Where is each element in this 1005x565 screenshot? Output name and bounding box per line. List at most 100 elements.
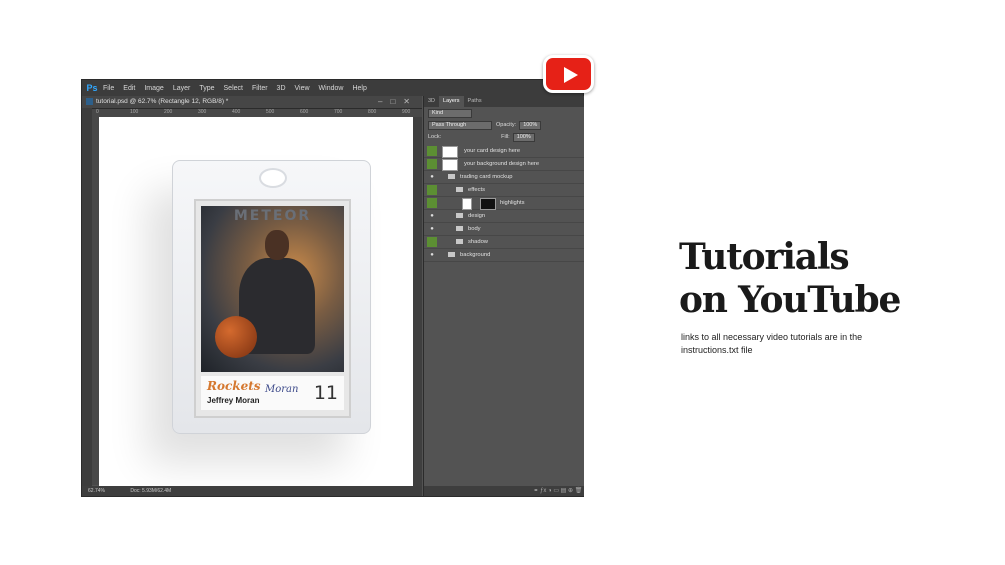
promo-headline: Tutorials on YouTube bbox=[679, 236, 999, 322]
menu-file[interactable]: File bbox=[103, 85, 114, 92]
ruler-mark: 100 bbox=[130, 109, 139, 115]
menu-view[interactable]: View bbox=[295, 85, 310, 92]
layer-list: your card design here your background de… bbox=[424, 145, 584, 262]
kind-filter[interactable]: Kind bbox=[428, 108, 472, 118]
ruler-mark: 400 bbox=[232, 109, 241, 115]
eye-icon[interactable]: ● bbox=[427, 211, 437, 221]
layer-name: effects bbox=[468, 187, 485, 193]
layer-row[interactable]: your background design here bbox=[424, 158, 584, 171]
document-canvas[interactable]: METEOR Rockets Jeffrey Moran Moran 11 bbox=[99, 117, 413, 487]
layer-name: body bbox=[468, 226, 481, 232]
visibility-toggle[interactable] bbox=[427, 198, 437, 208]
opacity-input[interactable]: 100% bbox=[519, 120, 542, 130]
card-nameplate: Rockets Jeffrey Moran Moran 11 bbox=[201, 376, 344, 410]
card-photo: METEOR bbox=[201, 206, 344, 372]
play-icon bbox=[564, 67, 578, 83]
opacity-label: Opacity: bbox=[496, 122, 517, 128]
case-hole bbox=[259, 168, 287, 188]
menu-image[interactable]: Image bbox=[144, 85, 163, 92]
ruler-mark: 700 bbox=[334, 109, 343, 115]
layers-panel-footer[interactable]: ⚭ ƒx ◑ ▭ ▤ ⊕ 🗑 bbox=[424, 486, 584, 496]
layer-row[interactable]: ● background bbox=[424, 249, 584, 262]
canvas-scrollbar[interactable] bbox=[413, 117, 422, 487]
blend-mode-select[interactable]: Pass Through bbox=[428, 120, 492, 130]
menu-edit[interactable]: Edit bbox=[123, 85, 135, 92]
ruler-mark: 500 bbox=[266, 109, 275, 115]
visibility-toggle[interactable] bbox=[427, 237, 437, 247]
menu-window[interactable]: Window bbox=[319, 85, 344, 92]
visibility-toggle[interactable] bbox=[427, 185, 437, 195]
folder-icon bbox=[456, 187, 463, 192]
blend-row: Pass Through Opacity: 100% bbox=[424, 119, 584, 131]
layer-name: background bbox=[460, 252, 491, 258]
panel-tabs: 3D Layers Paths bbox=[424, 96, 584, 107]
layer-row[interactable]: ● trading card mockup bbox=[424, 171, 584, 184]
folder-icon bbox=[456, 213, 463, 218]
folder-icon bbox=[456, 226, 463, 231]
player-signature: Moran bbox=[265, 384, 299, 395]
layer-name: shadow bbox=[468, 239, 488, 245]
menu-select[interactable]: Select bbox=[224, 85, 243, 92]
eye-icon[interactable]: ● bbox=[427, 250, 437, 260]
fill-label: Fill: bbox=[501, 134, 510, 140]
player-number: 11 bbox=[313, 382, 338, 404]
headline-line-2: on YouTube bbox=[679, 279, 901, 321]
tab-layers[interactable]: Layers bbox=[439, 96, 464, 107]
document-tab[interactable]: tutorial.psd @ 62.7% (Rectangle 12, RGB/… bbox=[82, 96, 422, 109]
layer-row[interactable]: ● design bbox=[424, 210, 584, 223]
status-bar: 62.74% Doc: 5.93M/62.4M bbox=[82, 486, 422, 496]
menu-type[interactable]: Type bbox=[199, 85, 214, 92]
layers-panel: 3D Layers Paths Kind Pass Through Opacit… bbox=[423, 96, 584, 496]
layer-thumbnail bbox=[462, 198, 472, 210]
layer-thumbnail bbox=[442, 159, 458, 171]
document-controls[interactable]: –□✕ bbox=[378, 96, 418, 108]
menu-filter[interactable]: Filter bbox=[252, 85, 268, 92]
doc-size: Doc: 5.93M/62.4M bbox=[130, 488, 172, 494]
layer-name: highlights bbox=[500, 200, 525, 206]
layer-row[interactable]: shadow bbox=[424, 236, 584, 249]
trading-card: METEOR Rockets Jeffrey Moran Moran 11 bbox=[194, 199, 351, 418]
visibility-toggle[interactable] bbox=[427, 159, 437, 169]
ruler-mark: 200 bbox=[164, 109, 173, 115]
youtube-logo-icon bbox=[543, 55, 594, 93]
photoshop-logo-icon: Ps bbox=[86, 83, 98, 93]
layer-row[interactable]: highlights bbox=[424, 197, 584, 210]
tools-panel[interactable] bbox=[82, 108, 92, 488]
eye-icon[interactable]: ● bbox=[427, 224, 437, 234]
promo-description: links to all necessary video tutorials a… bbox=[681, 332, 863, 355]
basketball bbox=[215, 316, 257, 358]
photoshop-window: Ps File Edit Image Layer Type Select Fil… bbox=[81, 79, 584, 497]
folder-icon bbox=[456, 239, 463, 244]
ruler-mark: 600 bbox=[300, 109, 309, 115]
layer-row[interactable]: effects bbox=[424, 184, 584, 197]
visibility-toggle[interactable] bbox=[427, 146, 437, 156]
fill-input[interactable]: 100% bbox=[512, 132, 535, 142]
team-name: Rockets bbox=[207, 379, 261, 393]
layer-name: your background design here bbox=[464, 161, 540, 167]
layer-row[interactable]: your card design here bbox=[424, 145, 584, 158]
headline-line-1: Tutorials bbox=[679, 236, 850, 278]
layer-name: your card design here bbox=[464, 148, 521, 154]
menu-layer[interactable]: Layer bbox=[173, 85, 191, 92]
menu-help[interactable]: Help bbox=[352, 85, 366, 92]
player-head bbox=[265, 230, 289, 260]
tab-paths[interactable]: Paths bbox=[464, 96, 486, 107]
zoom-level[interactable]: 62.74% bbox=[88, 488, 105, 494]
layer-name: trading card mockup bbox=[460, 174, 513, 180]
ruler-mark: 800 bbox=[368, 109, 377, 115]
ruler-mark: 300 bbox=[198, 109, 207, 115]
layer-row[interactable]: ● body bbox=[424, 223, 584, 236]
document-title: tutorial.psd @ 62.7% (Rectangle 12, RGB/… bbox=[96, 98, 229, 105]
card-brand: METEOR bbox=[233, 208, 312, 224]
ruler-mark: 0 bbox=[96, 109, 99, 115]
folder-icon bbox=[448, 252, 455, 257]
psd-file-icon bbox=[86, 97, 93, 105]
card-slab-case: METEOR Rockets Jeffrey Moran Moran 11 bbox=[172, 160, 371, 434]
lock-row: Lock: Fill: 100% bbox=[424, 131, 584, 143]
menu-3d[interactable]: 3D bbox=[277, 85, 286, 92]
layer-thumbnail bbox=[442, 146, 458, 158]
menu-bar: Ps File Edit Image Layer Type Select Fil… bbox=[82, 80, 583, 96]
tab-3d[interactable]: 3D bbox=[424, 96, 439, 107]
ruler-mark: 900 bbox=[402, 109, 411, 115]
eye-icon[interactable]: ● bbox=[427, 172, 437, 182]
